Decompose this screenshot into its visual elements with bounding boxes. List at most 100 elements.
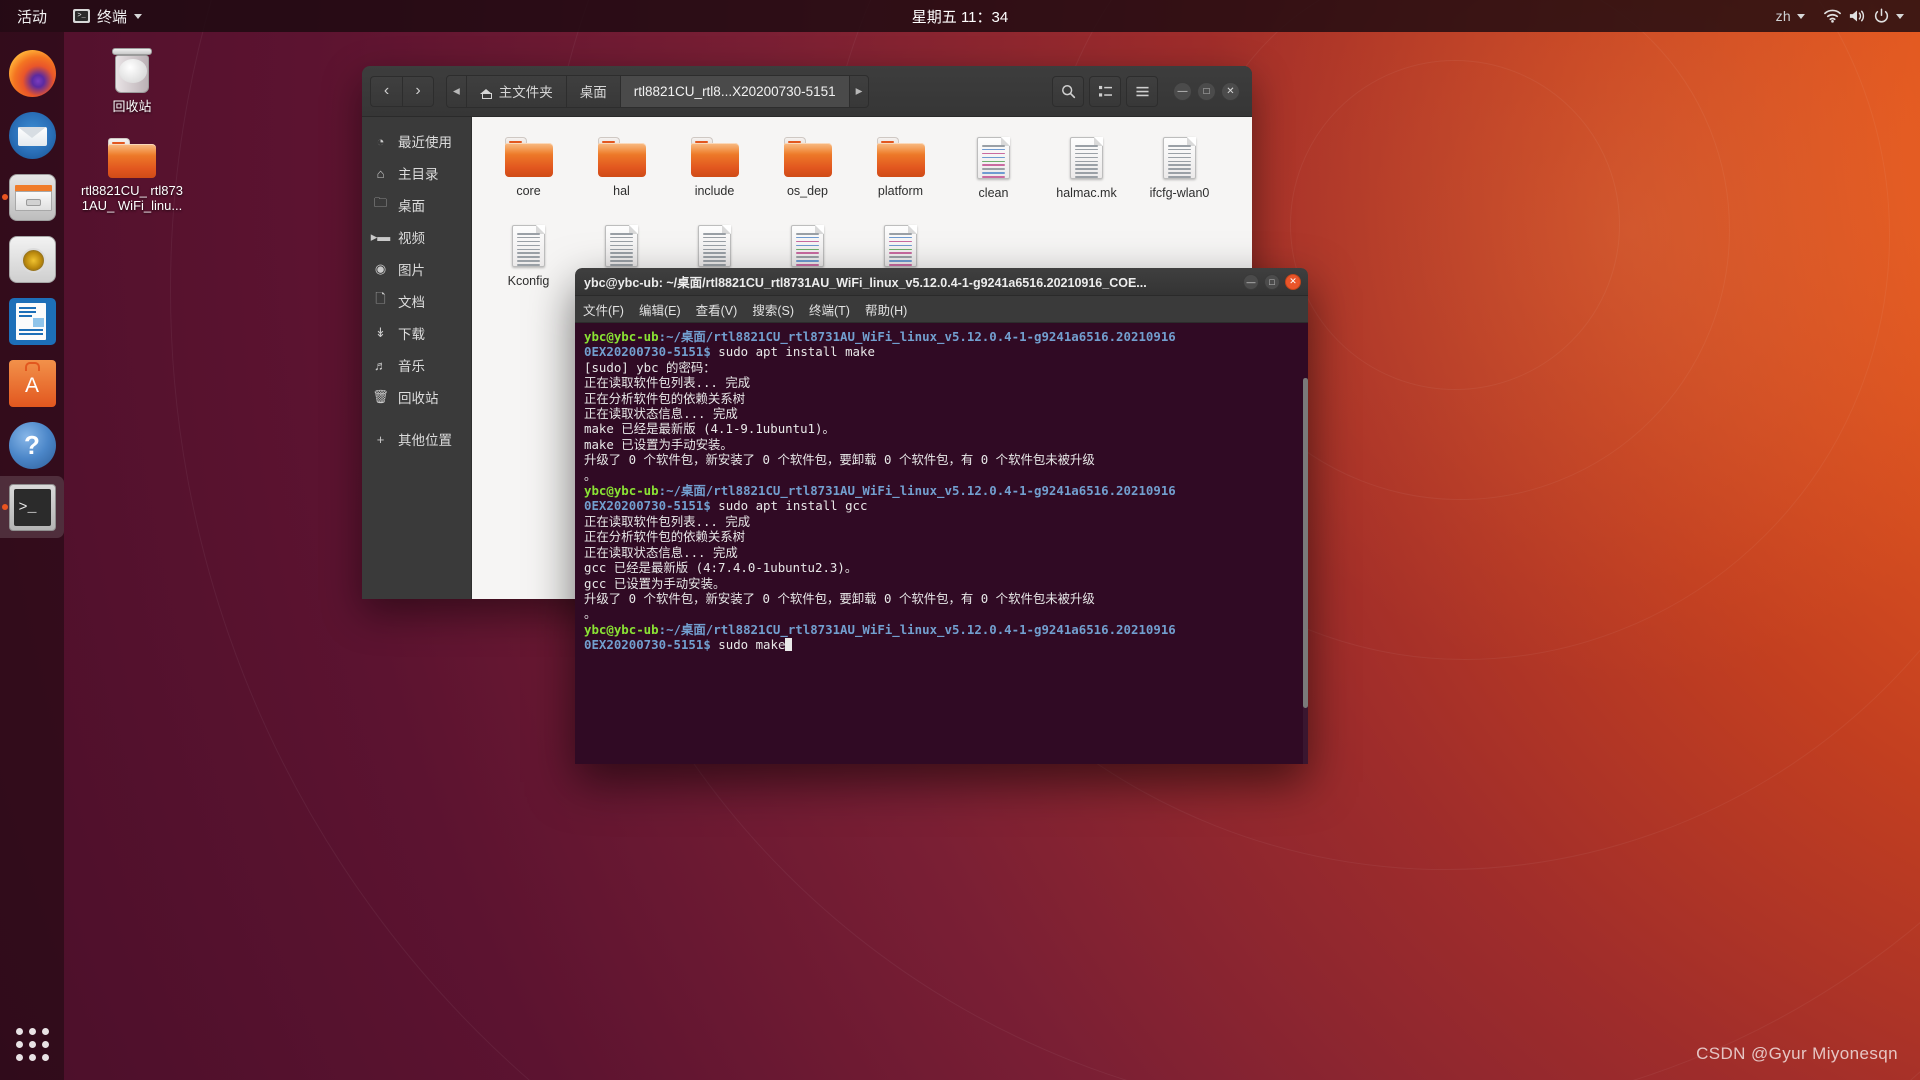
- breadcrumb-item-home[interactable]: 主文件夹: [467, 75, 567, 107]
- clock-icon: ◔: [376, 133, 385, 149]
- breadcrumb-scroll-right[interactable]: ▸: [850, 76, 869, 107]
- dock-item-thunderbird[interactable]: [0, 104, 64, 166]
- dock-item-firefox[interactable]: [0, 42, 64, 104]
- file-item[interactable]: hal: [575, 131, 668, 219]
- search-button[interactable]: [1052, 75, 1084, 107]
- dock-item-terminal[interactable]: >_: [0, 476, 64, 538]
- file-item[interactable]: ifcfg-wlan0: [1133, 131, 1226, 219]
- terminal-cursor: [785, 638, 793, 652]
- top-bar: 活动 >_ 终端 星期五 11：34 zh: [0, 0, 1920, 32]
- maximize-button[interactable]: □: [1197, 81, 1216, 101]
- terminal-command: sudo apt install make: [718, 344, 875, 360]
- sidebar-item-label: 其他位置: [398, 433, 452, 448]
- desktop-icon-trash[interactable]: 回收站: [78, 48, 186, 114]
- document-icon: 🗋: [375, 291, 386, 306]
- prompt-user: ybc@ybc-ub: [584, 621, 659, 637]
- dock-item-libreoffice-writer[interactable]: [0, 290, 64, 352]
- list-view-icon: [1098, 85, 1112, 97]
- trash-icon: 🗑: [372, 389, 389, 404]
- file-item[interactable]: Kconfig: [482, 219, 575, 307]
- dock: A ? >_: [0, 32, 64, 1080]
- sidebar-item-8[interactable]: 🗑 回收站: [362, 381, 471, 413]
- sidebar-item-2[interactable]: 🗀 桌面: [362, 189, 471, 221]
- folder-icon: [783, 137, 832, 177]
- sidebar-item-4[interactable]: ◉ 图片: [362, 253, 471, 285]
- wifi-icon: [1824, 9, 1841, 23]
- sidebar-item-9[interactable]: + 其他位置: [362, 423, 471, 455]
- terminal-title: ybc@ybc-ub: ~/桌面/rtl8821CU_rtl8731AU_WiF…: [584, 276, 1147, 290]
- file-item[interactable]: halmac.mk: [1040, 131, 1133, 219]
- folder-icon: [597, 137, 646, 177]
- sidebar-item-6[interactable]: ↡ 下载: [362, 317, 471, 349]
- terminal-menubar: 文件(F) 编辑(E) 查看(V) 搜索(S) 终端(T) 帮助(H): [575, 296, 1308, 323]
- close-button[interactable]: ✕: [1221, 81, 1240, 101]
- terminal-output-line: 。: [584, 606, 597, 622]
- terminal-menu-item-4[interactable]: 终端(T): [809, 300, 850, 319]
- minimize-button[interactable]: —: [1173, 81, 1192, 101]
- folder-icon: [504, 137, 553, 177]
- terminal-screen[interactable]: ybc@ybc-ub:~/桌面/rtl8821CU_rtl8731AU_WiFi…: [575, 323, 1308, 764]
- status-menu-button[interactable]: [1816, 0, 1911, 32]
- thunderbird-icon: [8, 111, 56, 159]
- terminal-menu-item-1[interactable]: 编辑(E): [639, 300, 681, 319]
- desktop-icon-rtl-folder[interactable]: rtl8821CU_ rtl8731AU_ WiFi_linu...: [78, 138, 186, 213]
- clock-label: 星期五 11：34: [911, 8, 1009, 26]
- terminal-menu-item-5[interactable]: 帮助(H): [865, 300, 907, 319]
- terminal-output-line: make 已经是最新版 (4.1-9.1ubuntu1)。: [584, 421, 835, 437]
- ubuntu-software-icon: A: [8, 359, 56, 407]
- file-item[interactable]: os_dep: [761, 131, 854, 219]
- file-item[interactable]: core: [482, 131, 575, 219]
- music-icon: ♬: [374, 357, 387, 373]
- terminal-output-line: 正在读取状态信息... 完成: [584, 544, 738, 560]
- activities-button[interactable]: 活动: [0, 0, 61, 32]
- terminal-icon: >_: [73, 9, 91, 23]
- minimize-button[interactable]: —: [1243, 273, 1259, 290]
- keyboard-layout-button[interactable]: zh: [1769, 0, 1812, 32]
- dock-item-ubuntu-software[interactable]: A: [0, 352, 64, 414]
- libreoffice-writer-icon: [8, 297, 56, 345]
- close-button[interactable]: ✕: [1285, 273, 1301, 290]
- language-label: zh: [1775, 8, 1791, 24]
- file-name-label: os_dep: [786, 184, 828, 198]
- show-applications-button[interactable]: [0, 1016, 64, 1072]
- home-icon: ⌂: [376, 165, 385, 181]
- main-menu-button[interactable]: [1126, 75, 1158, 107]
- maximize-button[interactable]: □: [1264, 273, 1280, 290]
- dock-item-rhythmbox[interactable]: [0, 228, 64, 290]
- file-icon: [698, 225, 731, 267]
- forward-button[interactable]: ›: [402, 75, 434, 107]
- terminal-menu-item-3[interactable]: 搜索(S): [752, 300, 794, 319]
- breadcrumb-item-desktop[interactable]: 桌面: [567, 75, 621, 107]
- terminal-command: sudo apt install gcc: [718, 498, 868, 514]
- breadcrumb-scroll-left[interactable]: ◂: [447, 75, 467, 107]
- terminal-output-line: 正在分析软件包的依赖关系树: [584, 390, 746, 406]
- file-item[interactable]: include: [668, 131, 761, 219]
- terminal-scrollbar[interactable]: [1303, 378, 1308, 764]
- sidebar-item-0[interactable]: ◔ 最近使用: [362, 125, 471, 157]
- sidebar-item-1[interactable]: ⌂ 主目录: [362, 157, 471, 189]
- terminal-output-line: gcc 已经是最新版 (4:7.4.0-1ubuntu2.3)。: [584, 560, 858, 576]
- system-status-area[interactable]: zh: [1769, 0, 1911, 32]
- terminal-menu-item-0[interactable]: 文件(F): [583, 300, 624, 319]
- file-name-label: ifcfg-wlan0: [1149, 186, 1210, 200]
- chevron-down-icon: [1896, 13, 1904, 19]
- terminal-menu-item-2[interactable]: 查看(V): [696, 300, 738, 319]
- dock-item-help[interactable]: ?: [0, 414, 64, 476]
- file-item[interactable]: platform: [854, 131, 947, 219]
- view-toggle-button[interactable]: [1089, 75, 1121, 107]
- clock-button[interactable]: 星期五 11：34: [912, 6, 1008, 27]
- prompt-path: :~/桌面/rtl8821CU_rtl8731AU_WiFi_linux_v5.…: [584, 621, 1176, 653]
- terminal-output-line: 。: [584, 467, 597, 483]
- sidebar-item-5[interactable]: 🗋 文档: [362, 285, 471, 317]
- breadcrumb-item-current[interactable]: rtl8821CU_rtl8...X20200730-5151: [620, 75, 850, 107]
- terminal-titlebar: ybc@ybc-ub: ~/桌面/rtl8821CU_rtl8731AU_WiF…: [575, 268, 1308, 296]
- sidebar-item-7[interactable]: ♬ 音乐: [362, 349, 471, 381]
- terminal-window-controls: — □ ✕: [1243, 273, 1301, 290]
- dock-item-files[interactable]: [0, 166, 64, 228]
- app-menu-button[interactable]: >_ 终端: [61, 0, 154, 32]
- folder-icon: [876, 137, 925, 177]
- file-icon: [1163, 137, 1196, 179]
- back-button[interactable]: ‹: [370, 75, 402, 107]
- file-item[interactable]: clean: [947, 131, 1040, 219]
- sidebar-item-3[interactable]: ▸▬ 视频: [362, 221, 471, 253]
